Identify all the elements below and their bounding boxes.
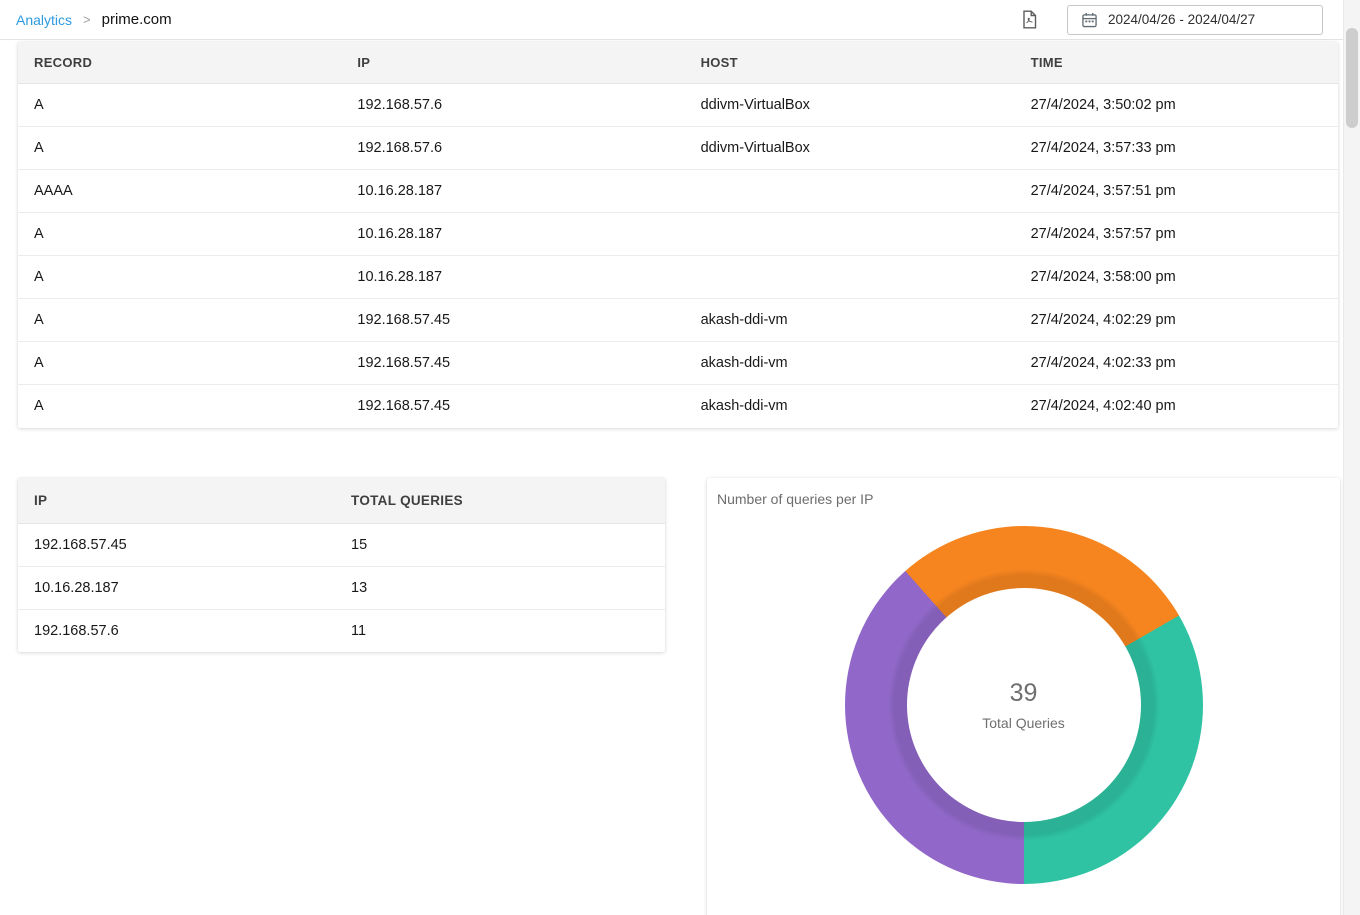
- ip-cell: 192.168.57.45: [341, 342, 684, 385]
- time-cell: 27/4/2024, 3:58:00 pm: [1015, 256, 1338, 299]
- ip-cell: 10.16.28.187: [341, 256, 684, 299]
- bottom-panels: IP TOTAL QUERIES 192.168.57.45 15 10.16.…: [18, 478, 1343, 915]
- host-cell: akash-ddi-vm: [685, 299, 1015, 342]
- table-row: 192.168.57.6 11: [18, 609, 665, 652]
- table-row: A 10.16.28.187 27/4/2024, 3:57:57 pm: [18, 213, 1338, 256]
- host-cell: [685, 256, 1015, 299]
- ip-cell: 192.168.57.6: [18, 609, 335, 652]
- table-row: 10.16.28.187 13: [18, 566, 665, 609]
- host-cell: akash-ddi-vm: [685, 385, 1015, 428]
- host-cell: ddivm-VirtualBox: [685, 127, 1015, 170]
- analytics-page: Analytics > prime.com: [0, 0, 1343, 915]
- record-cell: A: [18, 342, 341, 385]
- table-row: 192.168.57.45 15: [18, 523, 665, 566]
- scrollbar-track[interactable]: [1343, 0, 1360, 915]
- donut-hole: 39 Total Queries: [907, 588, 1141, 822]
- record-cell: AAAA: [18, 170, 341, 213]
- queries-per-ip-table-card: IP TOTAL QUERIES 192.168.57.45 15 10.16.…: [18, 478, 665, 653]
- total-queries-cell: 15: [335, 523, 665, 566]
- donut-total-value: 39: [1010, 679, 1038, 708]
- breadcrumb: Analytics > prime.com: [16, 11, 172, 28]
- record-cell: A: [18, 385, 341, 428]
- dns-records-table: RECORD IP HOST TIME A 192.168.57.6 ddivm…: [18, 42, 1338, 428]
- date-range-picker[interactable]: 2024/04/26 - 2024/04/27: [1067, 5, 1323, 35]
- ip-cell: 192.168.57.6: [341, 84, 684, 127]
- ip-cell: 10.16.28.187: [18, 566, 335, 609]
- topbar: Analytics > prime.com: [0, 0, 1343, 40]
- date-range-value: 2024/04/26 - 2024/04/27: [1108, 12, 1255, 27]
- col-header-record: RECORD: [18, 42, 341, 84]
- table-header-row: RECORD IP HOST TIME: [18, 42, 1338, 84]
- time-cell: 27/4/2024, 3:57:51 pm: [1015, 170, 1338, 213]
- queries-chart-card: Number of queries per IP 39 Total Querie…: [707, 478, 1340, 915]
- chart-title: Number of queries per IP: [707, 478, 1340, 507]
- record-cell: A: [18, 213, 341, 256]
- table-row: A 10.16.28.187 27/4/2024, 3:58:00 pm: [18, 256, 1338, 299]
- col-header-ip: IP: [341, 42, 684, 84]
- record-cell: A: [18, 256, 341, 299]
- record-cell: A: [18, 127, 341, 170]
- ip-cell: 10.16.28.187: [341, 213, 684, 256]
- host-cell: [685, 170, 1015, 213]
- table-row: A 192.168.57.6 ddivm-VirtualBox 27/4/202…: [18, 127, 1338, 170]
- calendar-icon: [1082, 12, 1097, 28]
- host-cell: [685, 213, 1015, 256]
- col-header-ip: IP: [18, 478, 335, 524]
- time-cell: 27/4/2024, 4:02:29 pm: [1015, 299, 1338, 342]
- ip-cell: 10.16.28.187: [341, 170, 684, 213]
- host-cell: akash-ddi-vm: [685, 342, 1015, 385]
- ip-cell: 192.168.57.45: [341, 299, 684, 342]
- col-header-time: TIME: [1015, 42, 1338, 84]
- table-row: A 192.168.57.45 akash-ddi-vm 27/4/2024, …: [18, 342, 1338, 385]
- host-cell: ddivm-VirtualBox: [685, 84, 1015, 127]
- table-row: AAAA 10.16.28.187 27/4/2024, 3:57:51 pm: [18, 170, 1338, 213]
- table-row: A 192.168.57.45 akash-ddi-vm 27/4/2024, …: [18, 299, 1338, 342]
- total-queries-cell: 13: [335, 566, 665, 609]
- export-pdf-button[interactable]: [1020, 8, 1039, 31]
- total-queries-cell: 11: [335, 609, 665, 652]
- time-cell: 27/4/2024, 3:50:02 pm: [1015, 84, 1338, 127]
- time-cell: 27/4/2024, 4:02:40 pm: [1015, 385, 1338, 428]
- table-header-row: IP TOTAL QUERIES: [18, 478, 665, 524]
- donut-total-label: Total Queries: [982, 715, 1064, 731]
- col-header-total-queries: TOTAL QUERIES: [335, 478, 665, 524]
- breadcrumb-current-domain: prime.com: [102, 11, 172, 28]
- time-cell: 27/4/2024, 3:57:57 pm: [1015, 213, 1338, 256]
- breadcrumb-analytics-link[interactable]: Analytics: [16, 12, 72, 28]
- ip-cell: 192.168.57.45: [341, 385, 684, 428]
- topbar-actions: 2024/04/26 - 2024/04/27: [1020, 5, 1323, 35]
- record-cell: A: [18, 299, 341, 342]
- table-row: A 192.168.57.45 akash-ddi-vm 27/4/2024, …: [18, 385, 1338, 428]
- table-row: A 192.168.57.6 ddivm-VirtualBox 27/4/202…: [18, 84, 1338, 127]
- pdf-file-icon: [1022, 10, 1037, 29]
- record-cell: A: [18, 84, 341, 127]
- queries-per-ip-table: IP TOTAL QUERIES 192.168.57.45 15 10.16.…: [18, 478, 665, 653]
- time-cell: 27/4/2024, 3:57:33 pm: [1015, 127, 1338, 170]
- breadcrumb-separator: >: [83, 12, 91, 27]
- ip-cell: 192.168.57.6: [341, 127, 684, 170]
- col-header-host: HOST: [685, 42, 1015, 84]
- time-cell: 27/4/2024, 4:02:33 pm: [1015, 342, 1338, 385]
- dns-records-table-card: RECORD IP HOST TIME A 192.168.57.6 ddivm…: [18, 42, 1338, 428]
- scrollbar-thumb[interactable]: [1346, 28, 1358, 128]
- ip-cell: 192.168.57.45: [18, 523, 335, 566]
- donut-chart[interactable]: 39 Total Queries: [845, 526, 1203, 884]
